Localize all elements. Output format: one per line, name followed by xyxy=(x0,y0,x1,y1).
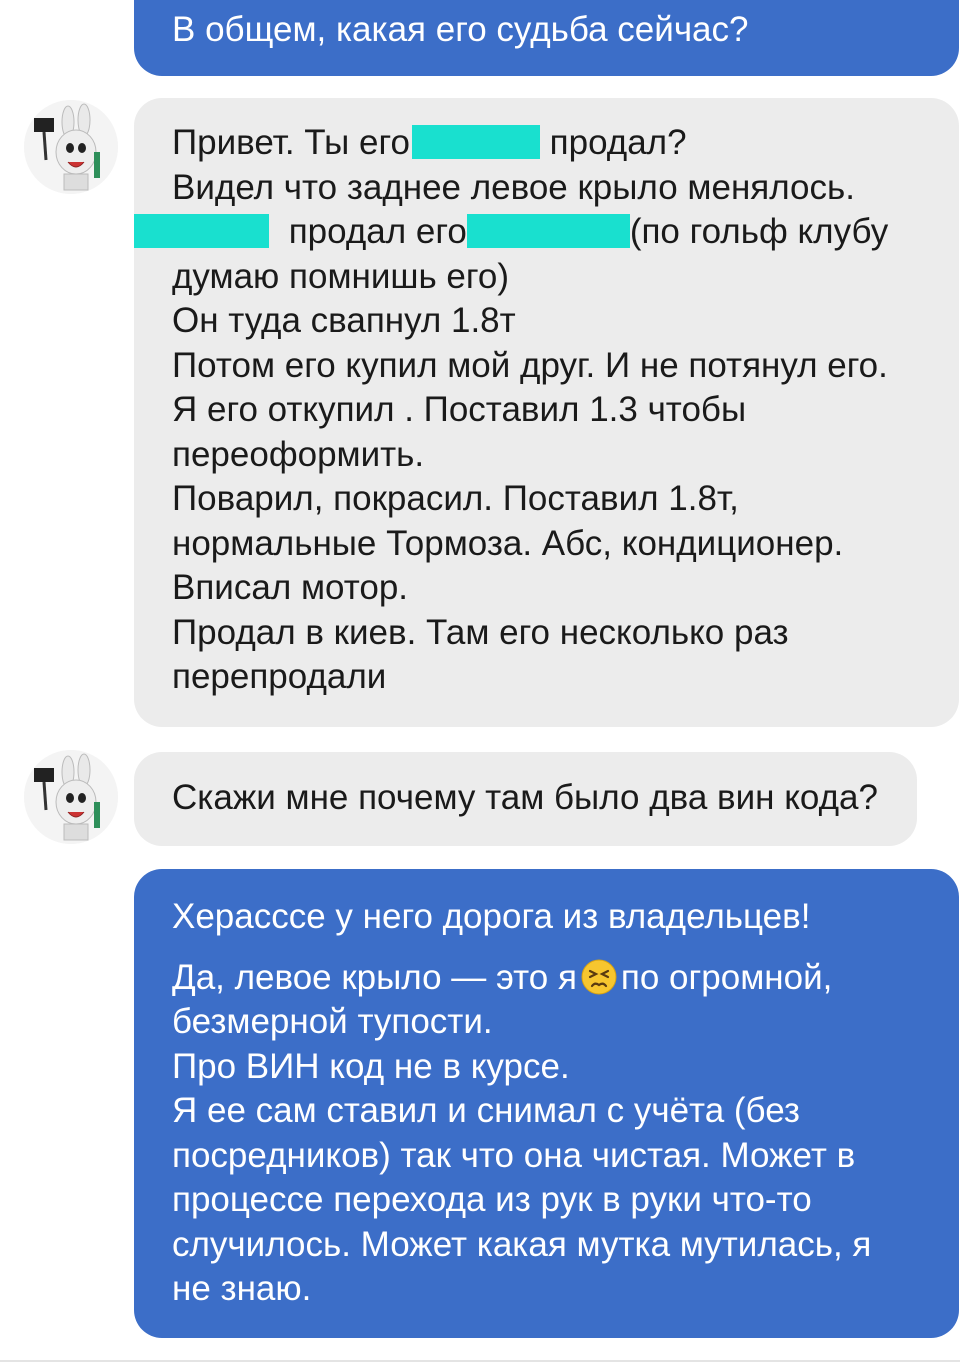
redacted-block xyxy=(466,214,630,248)
message-text: (по гольф клубу xyxy=(629,212,889,251)
message-text: Я ее сам ставил и снимал с учёта (без xyxy=(172,1091,800,1130)
contact-avatar[interactable] xyxy=(24,750,118,844)
message-text: Вписал мотор. xyxy=(172,568,409,607)
redacted-block xyxy=(134,214,269,248)
message-bubble-outgoing[interactable]: В общем, какая его судьба сейчас? xyxy=(134,0,959,76)
message-text: Поварил, покрасил. Поставил 1.8т, xyxy=(172,479,739,518)
message-line: продал его (по гольф клубу xyxy=(134,210,959,255)
message-text: случилось. Может какая мутка мутилась, я xyxy=(172,1224,872,1264)
message-text: по огромной, xyxy=(620,957,833,997)
message-bubble-incoming[interactable]: Скажи мне почему там было два вин кода? xyxy=(134,752,917,846)
message-text: перепродали xyxy=(172,657,387,696)
message-text: безмерной тупости. xyxy=(172,1002,493,1041)
message-text: Он туда свапнул 1.8т xyxy=(172,301,516,340)
message-bubble-incoming[interactable]: Привет. Ты его продал? Видел что заднее … xyxy=(134,98,959,727)
message-line: Привет. Ты его продал? xyxy=(172,121,959,166)
redacted-block xyxy=(411,125,540,159)
message-text: продал? xyxy=(549,123,687,162)
message-text: процессе перехода из рук в руки что-то xyxy=(172,1180,812,1219)
message-line: Да, левое крыло — это я по огромной, xyxy=(172,956,959,1001)
rabbid-avatar-icon xyxy=(24,100,118,194)
rabbid-avatar-icon xyxy=(24,750,118,844)
message-text: Я его откупил . Поставил 1.3 чтобы xyxy=(172,390,747,429)
message-text: думаю помнишь его) xyxy=(172,256,510,296)
message-text: Херасссе у него дорога из владельцев! xyxy=(172,897,811,936)
message-text: не знаю. xyxy=(172,1269,312,1308)
message-bubble-outgoing[interactable]: Херасссе у него дорога из владельцев! Да… xyxy=(134,869,959,1338)
bottom-divider xyxy=(0,1360,960,1362)
message-text: Скажи мне почему там было два вин кода? xyxy=(172,778,878,817)
persevering-face-emoji-icon xyxy=(581,959,617,994)
message-text: Да, левое крыло — это я xyxy=(172,957,577,997)
message-text: посредников) так что она чистая. Может в xyxy=(172,1135,856,1175)
message-text: Видел что заднее левое крыло менялось. xyxy=(172,167,855,207)
message-text: Привет. Ты его xyxy=(172,123,410,162)
contact-avatar[interactable] xyxy=(24,100,118,194)
message-text: продал его xyxy=(288,212,467,251)
message-text: Продал в киев. Там его несколько раз xyxy=(172,612,789,652)
message-text: переоформить. xyxy=(172,434,425,474)
message-text: Потом его купил мой друг. И не потянул е… xyxy=(172,345,888,385)
message-text: нормальные Тормоза. Абс, кондиционер. xyxy=(172,523,844,563)
message-text: В общем, какая его судьба сейчас? xyxy=(172,10,749,49)
message-text: Про ВИН код не в курсе. xyxy=(172,1046,570,1086)
